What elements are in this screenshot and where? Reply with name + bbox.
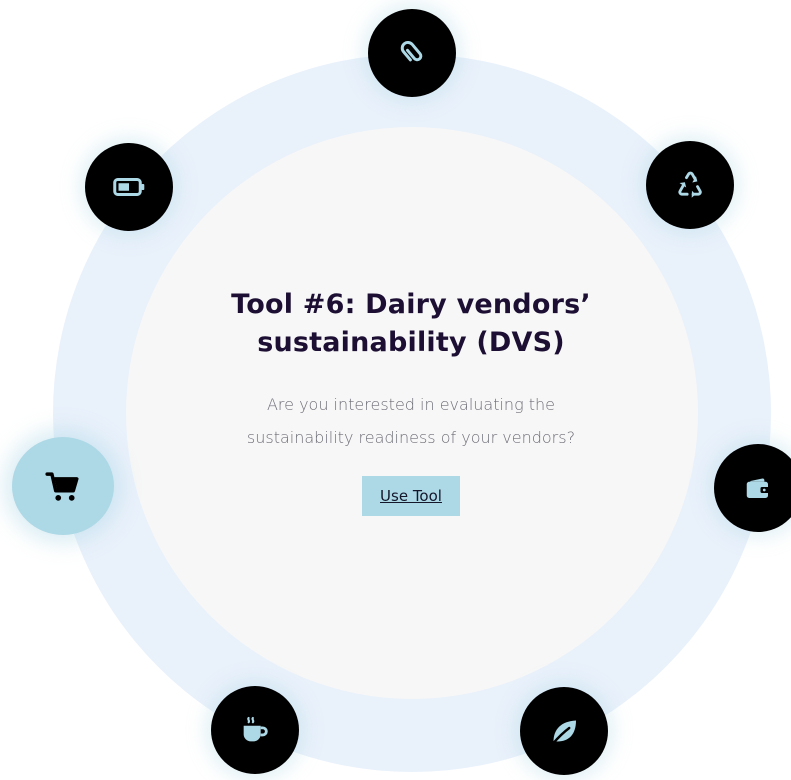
shopping-cart-node[interactable] xyxy=(12,437,114,535)
recycle-node[interactable] xyxy=(646,141,734,229)
tool-description: Are you interested in evaluating the sus… xyxy=(196,388,626,454)
tool-description-line-1: Are you interested in evaluating the xyxy=(266,395,556,414)
leaf-node[interactable] xyxy=(520,687,608,775)
wallet-icon xyxy=(746,478,771,498)
tool-carousel: Tool #6: Dairy vendors’ sustainability (… xyxy=(0,0,791,780)
tool-title-line-1: Tool #6: Dairy vendors’ xyxy=(231,289,591,320)
use-tool-button[interactable]: Use Tool xyxy=(362,476,460,516)
tool-card: Tool #6: Dairy vendors’ sustainability (… xyxy=(196,286,626,516)
tool-title: Tool #6: Dairy vendors’ sustainability (… xyxy=(196,286,626,362)
tool-description-line-2: sustainability readiness of your vendors… xyxy=(246,428,576,447)
coffee-cup-icon xyxy=(243,716,268,742)
paperclip-icon xyxy=(400,41,423,62)
paperclip-node[interactable] xyxy=(368,9,456,97)
shopping-cart-icon xyxy=(45,472,79,501)
recycle-icon xyxy=(678,171,702,198)
coffee-cup-node[interactable] xyxy=(211,686,299,774)
leaf-icon xyxy=(551,720,576,745)
battery-icon xyxy=(113,178,145,196)
tool-title-line-2: sustainability (DVS) xyxy=(257,327,565,358)
battery-node[interactable] xyxy=(85,143,173,231)
